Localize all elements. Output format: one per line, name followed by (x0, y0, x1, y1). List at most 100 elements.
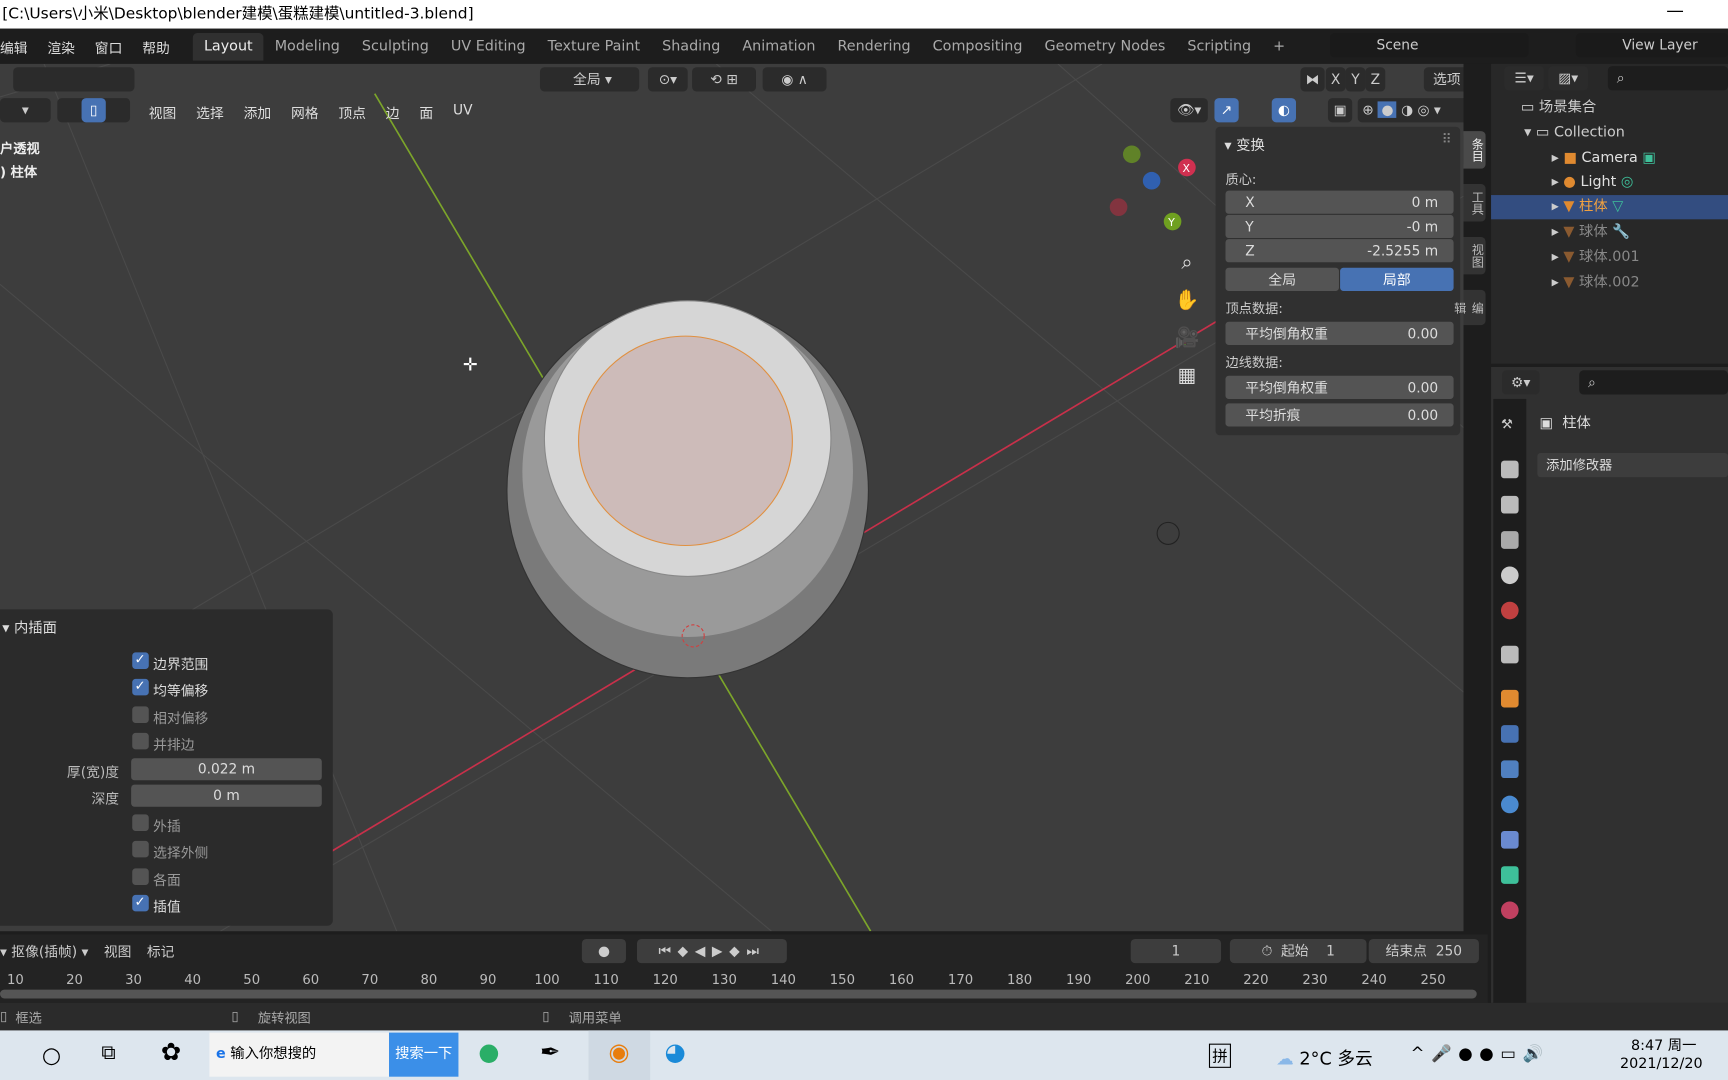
edge-bevel-weight-field[interactable]: 平均倒角权重 0.00 (1225, 375, 1454, 399)
outset-checkbox[interactable] (132, 814, 149, 831)
menu-add[interactable]: 添加 (234, 101, 281, 122)
system-tray-icons[interactable]: ^🎤●●▭🔊 (1411, 1044, 1550, 1064)
crease-field[interactable]: 平均折痕 0.00 (1225, 403, 1454, 427)
select-mode-buttons[interactable] (13, 67, 135, 92)
shading-mode-buttons[interactable]: ⊕ ● ◑ ◎ ▾ (1357, 98, 1464, 123)
median-x-field[interactable]: X 0 m (1225, 190, 1454, 214)
tab-compositing[interactable]: Compositing (922, 33, 1034, 61)
xray-toggle[interactable]: ▣ (1327, 98, 1353, 123)
cortana-icon[interactable]: ○ (42, 1041, 61, 1067)
tab-view[interactable]: 视图 (1463, 236, 1486, 275)
mode-dropdown[interactable]: ▾ (0, 98, 51, 123)
render-tab-icon[interactable] (1500, 460, 1519, 479)
timeline-scrollbar[interactable] (0, 989, 1477, 999)
median-y-field[interactable]: Y -0 m (1225, 214, 1454, 239)
tab-item[interactable]: 条目 (1463, 131, 1486, 169)
menu-edit[interactable]: 编辑 (0, 36, 37, 57)
pan-hand-icon[interactable]: ✋ (1173, 282, 1202, 319)
panel-header[interactable]: ▾ 变换 (1224, 133, 1264, 155)
keying-dropdown[interactable]: ▾ 抠像(插帧) ▾ (0, 940, 88, 961)
menu-vertex[interactable]: 顶点 (328, 101, 375, 122)
start-frame-field[interactable]: ⏱ 起始 1 (1229, 938, 1367, 964)
outliner-row-cylinder[interactable]: ▸ ▼ 柱体 ▽ (1491, 195, 1728, 220)
snapping-toggle[interactable]: ⟲ ⊞ (692, 67, 756, 92)
display-mode-dropdown[interactable]: ☰▾ (1504, 66, 1544, 91)
vertex-bevel-weight-field[interactable]: 平均倒角权重 0.00 (1225, 321, 1454, 345)
wechat-icon[interactable]: ● (478, 1039, 499, 1067)
outliner-search-input[interactable]: ⌕ (1607, 66, 1728, 91)
data-tab-icon[interactable] (1500, 866, 1519, 884)
tab-texture-paint[interactable]: Texture Paint (537, 33, 651, 61)
tab-modeling[interactable]: Modeling (264, 33, 351, 61)
drag-handle-icon[interactable]: ⠿ (1442, 131, 1452, 146)
outliner-row-sphere[interactable]: ▸ ▼ 球体 🔧 (1491, 220, 1728, 244)
end-frame-field[interactable]: 结束点 250 (1368, 938, 1479, 964)
add-modifier-button[interactable]: 添加修改器 (1537, 452, 1728, 478)
zoom-icon[interactable]: ⌕ (1173, 245, 1202, 282)
menu-mesh[interactable]: 网格 (281, 101, 328, 122)
current-frame-field[interactable]: 1 (1130, 938, 1222, 964)
transform-orientation-dropdown[interactable]: 全局 ▾ (539, 67, 640, 92)
menu-window[interactable]: 窗口 (85, 36, 132, 57)
thickness-field[interactable]: 0.022 m (131, 758, 322, 781)
interpolate-checkbox[interactable] (132, 894, 149, 912)
properties-search-input[interactable]: ⌕ (1579, 370, 1728, 395)
search-button[interactable]: 搜索一下 (389, 1032, 459, 1077)
tab-edit[interactable]: 编辑 (1452, 289, 1486, 326)
tab-geometry-nodes[interactable]: Geometry Nodes (1034, 33, 1177, 61)
view-layer-tab-icon[interactable] (1500, 531, 1519, 549)
pivot-point-dropdown[interactable]: ⊙▾ (647, 67, 688, 92)
modifier-tab-icon[interactable] (1500, 725, 1519, 743)
gizmo-toggle[interactable]: ↗ (1214, 98, 1239, 123)
median-z-field[interactable]: Z -2.5255 m (1225, 239, 1454, 263)
collection-tab-icon[interactable] (1500, 645, 1519, 664)
ortho-grid-icon[interactable]: ▦ (1173, 357, 1202, 394)
app-icon[interactable]: ✿ (161, 1039, 181, 1067)
tab-layout[interactable]: Layout (192, 32, 264, 61)
select-outer-checkbox[interactable] (132, 840, 149, 858)
outliner-row-sphere-002[interactable]: ▸ ▼ 球体.002 (1491, 271, 1728, 295)
outliner-row-camera[interactable]: ▸ ■ Camera ▣ (1491, 147, 1728, 171)
clock-time[interactable]: 8:47 周一 (1631, 1034, 1696, 1055)
visibility-dropdown[interactable]: 👁▾ (1170, 98, 1208, 123)
vertex-edge-face-select[interactable]: ▯ (57, 98, 131, 123)
menu-edge[interactable]: 边 (376, 101, 410, 122)
global-toggle[interactable]: 全局 (1225, 267, 1339, 291)
depth-field[interactable]: 0 m (131, 784, 322, 807)
tab-rendering[interactable]: Rendering (826, 33, 921, 61)
particles-tab-icon[interactable] (1500, 760, 1519, 779)
world-tab-icon[interactable] (1500, 601, 1519, 620)
tab-scripting[interactable]: Scripting (1176, 33, 1262, 61)
mirror-x-button[interactable]: X (1325, 67, 1346, 92)
task-view-icon[interactable]: ⧉ (101, 1041, 115, 1064)
menu-uv[interactable]: UV (443, 101, 482, 122)
tab-sculpting[interactable]: Sculpting (351, 33, 440, 61)
local-toggle[interactable]: 局部 (1340, 267, 1454, 291)
physics-tab-icon[interactable] (1500, 795, 1519, 814)
menu-help[interactable]: 帮助 (132, 36, 179, 57)
pen-app-icon[interactable]: ✒ (540, 1039, 560, 1067)
tab-animation[interactable]: Animation (731, 33, 826, 61)
edge-browser-icon[interactable]: ◕ (665, 1039, 686, 1067)
scene-tab-icon[interactable] (1500, 566, 1519, 585)
add-workspace-button[interactable]: + (1262, 33, 1296, 61)
options-dropdown[interactable]: 选项 ▾ (1423, 67, 1464, 92)
relative-offset-checkbox[interactable] (132, 706, 149, 723)
camera-view-icon[interactable]: 🎥 (1173, 320, 1202, 357)
material-tab-icon[interactable] (1500, 901, 1519, 920)
scene-collection-row[interactable]: ▭ 场景集合 (1491, 96, 1728, 120)
even-offset-checkbox[interactable] (132, 678, 149, 696)
menu-select[interactable]: 选择 (186, 101, 233, 122)
mirror-z-button[interactable]: Z (1365, 67, 1386, 92)
editor-type-dropdown[interactable]: ⚙▾ (1502, 370, 1540, 395)
individual-checkbox[interactable] (132, 868, 149, 885)
ime-indicator[interactable]: 拼 (1208, 1043, 1231, 1068)
outliner-row-sphere-001[interactable]: ▸ ▼ 球体.001 (1491, 246, 1728, 270)
overlay-toggle[interactable]: ◐ (1271, 98, 1296, 123)
edge-rail-checkbox[interactable] (132, 732, 149, 750)
constraints-tab-icon[interactable] (1500, 830, 1519, 849)
timeline-marker-menu[interactable]: 标记 (147, 940, 175, 961)
tab-shading[interactable]: Shading (651, 33, 731, 61)
filter-dropdown[interactable]: ▨▾ (1548, 66, 1589, 91)
collection-row[interactable]: ▾ ▭ Collection (1491, 121, 1728, 145)
